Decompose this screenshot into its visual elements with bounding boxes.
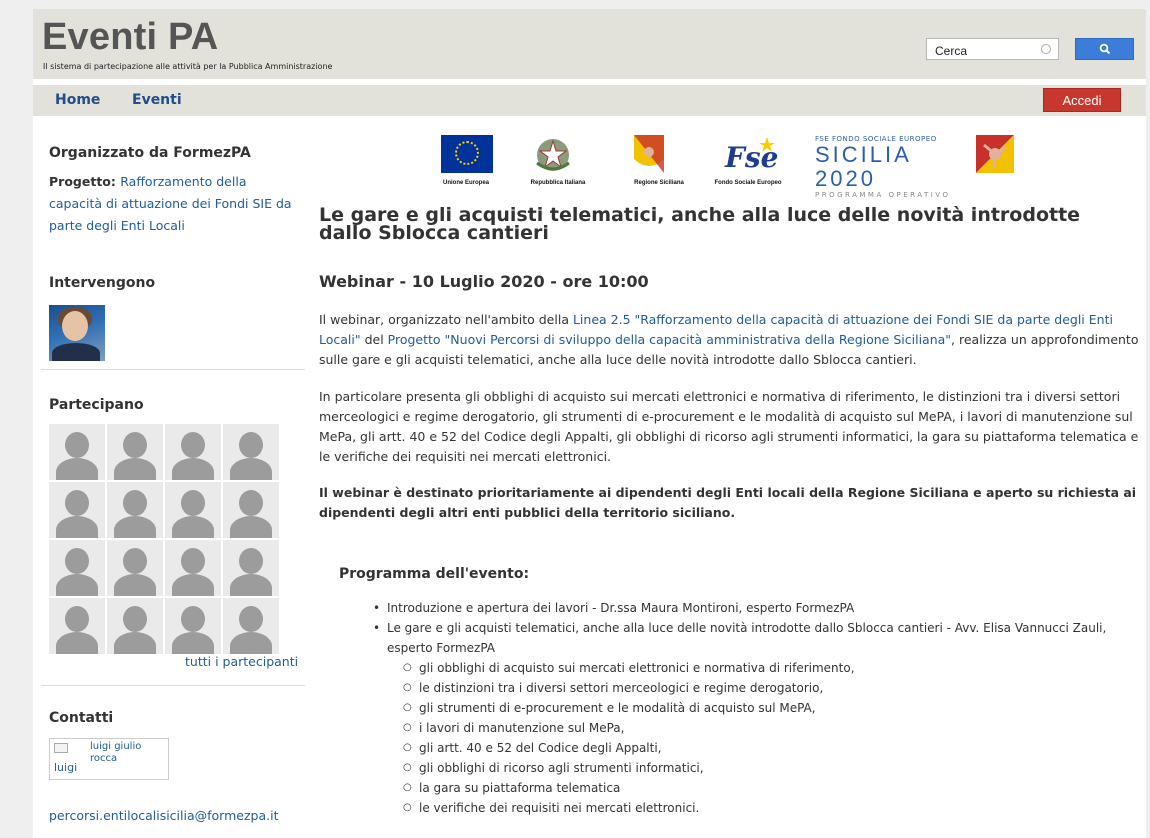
participant-avatar[interactable] <box>107 424 163 480</box>
italy-logo: Repubblica Italiana <box>531 135 585 186</box>
speaker-avatar[interactable] <box>49 305 105 361</box>
program-heading: Programma dell'evento: <box>339 566 530 582</box>
partner-logos: Unione Europea Repubblica Italiana Regio… <box>438 135 1014 199</box>
program-subitem: le verifiche dei requisiti nei mercati e… <box>373 798 1143 818</box>
participant-avatar[interactable] <box>165 424 221 480</box>
region-logo: Regione Siciliana <box>634 135 684 186</box>
progetto-link[interactable]: Progetto "Nuovi Percorsi di sviluppo del… <box>388 332 951 347</box>
participant-avatar[interactable] <box>49 424 105 480</box>
divider <box>41 369 305 370</box>
header: Eventi PA Il sistema di partecipazione a… <box>33 9 1146 79</box>
participant-avatar[interactable] <box>223 540 279 596</box>
sicilia-2020-logo: FSE FONDO SOCIALE EUROPEO SICILIA 2020 P… <box>815 135 975 199</box>
search-icon <box>1099 43 1110 55</box>
program-subitem: i lavori di manutenzione sul MePa, <box>373 718 1143 738</box>
participant-avatar[interactable] <box>107 598 163 654</box>
program-item: Le gare e gli acquisti telematici, anche… <box>373 618 1143 658</box>
broken-image-icon <box>54 743 68 753</box>
program-subitem: gli obblighi di ricorso agli strumenti i… <box>373 758 1143 778</box>
program-subitem: le distinzioni tra i diversi settori mer… <box>373 678 1143 698</box>
details-paragraph: In particolare presenta gli obblighi di … <box>319 389 1139 464</box>
search-clear-icon[interactable] <box>1041 44 1051 54</box>
intro-text: del <box>360 332 388 347</box>
program-subitem: gli obblighi di acquisto sui mercati ele… <box>373 658 1143 678</box>
program-item: Introduzione e apertura dei lavori - Dr.… <box>373 598 1143 618</box>
all-participants-link[interactable]: tutti i partecipanti <box>185 654 298 669</box>
program-list: Introduzione e apertura dei lavori - Dr.… <box>373 598 1143 818</box>
search-button[interactable] <box>1075 38 1134 60</box>
eu-flag-icon <box>441 135 493 173</box>
participant-avatar[interactable] <box>49 540 105 596</box>
participant-avatar[interactable] <box>165 540 221 596</box>
navbar: Home Eventi Accedi <box>33 85 1146 116</box>
participant-avatar[interactable] <box>165 598 221 654</box>
trinacria-icon <box>976 135 1014 173</box>
contacts-heading: Contatti <box>49 710 114 726</box>
project-info: Progetto: Rafforzamento della capacità d… <box>49 174 292 233</box>
participant-avatar[interactable] <box>49 598 105 654</box>
participant-avatar[interactable] <box>107 540 163 596</box>
program-subitem: gli artt. 40 e 52 del Codice degli Appal… <box>373 738 1143 758</box>
site-tagline: Il sistema di partecipazione alle attivi… <box>43 62 333 71</box>
search-input[interactable] <box>926 38 1059 60</box>
logo-caption: Repubblica Italiana <box>530 180 586 186</box>
event-title: Le gare e gli acquisti telematici, anche… <box>319 204 1081 244</box>
audience-paragraph: Il webinar è destinato prioritariamente … <box>319 485 1137 520</box>
speakers-heading: Intervengono <box>49 275 156 291</box>
divider <box>41 685 305 686</box>
eu-logo: Unione Europea <box>441 135 493 186</box>
fse-icon: Fse <box>724 137 778 174</box>
sicilia-line3: PROGRAMMA OPERATIVO <box>815 191 951 199</box>
logo-caption: Regione Siciliana <box>634 180 684 186</box>
contact-card[interactable]: luigi luigi giulio rocca <box>49 738 169 780</box>
nav-home[interactable]: Home <box>55 92 100 108</box>
project-label: Progetto <box>49 174 111 189</box>
participant-avatar[interactable] <box>107 482 163 538</box>
sicily-flag-logo <box>976 135 1014 177</box>
site-title[interactable]: Eventi PA <box>42 15 218 59</box>
contact-image-alt: luigi <box>54 761 78 774</box>
participant-avatar[interactable] <box>223 424 279 480</box>
contact-name[interactable]: luigi giulio rocca <box>90 741 168 765</box>
contact-email-link[interactable]: percorsi.entilocalisicilia@formezpa.it <box>49 808 278 823</box>
program-subitem: la gara su piattaforma telematica <box>373 778 1143 798</box>
intro-text: Il webinar, organizzato nell'ambito dell… <box>319 312 573 327</box>
italy-emblem-icon <box>536 139 570 171</box>
fse-logo: Fse Fondo Sociale Europeo <box>714 135 782 186</box>
participants-heading: Partecipano <box>49 397 144 413</box>
participant-avatar[interactable] <box>165 482 221 538</box>
participant-avatar[interactable] <box>223 598 279 654</box>
participant-avatar[interactable] <box>223 482 279 538</box>
event-subtitle: Webinar - 10 Luglio 2020 - ore 10:00 <box>319 272 649 291</box>
intro-paragraph: Il webinar, organizzato nell'ambito dell… <box>319 310 1139 370</box>
nav-events[interactable]: Eventi <box>132 92 182 108</box>
login-button[interactable]: Accedi <box>1043 88 1121 112</box>
organizer-heading: Organizzato da FormezPA <box>49 145 251 161</box>
logo-caption: Fondo Sociale Europeo <box>714 180 782 186</box>
logo-caption: Unione Europea <box>442 180 489 186</box>
sicilia-line2: SICILIA 2020 <box>815 142 911 191</box>
program-subitem: gli strumenti di e-procurement e le moda… <box>373 698 1143 718</box>
participants-grid <box>49 424 279 654</box>
page: Eventi PA Il sistema di partecipazione a… <box>33 9 1146 838</box>
region-emblem-icon <box>634 135 664 173</box>
participant-avatar[interactable] <box>49 482 105 538</box>
